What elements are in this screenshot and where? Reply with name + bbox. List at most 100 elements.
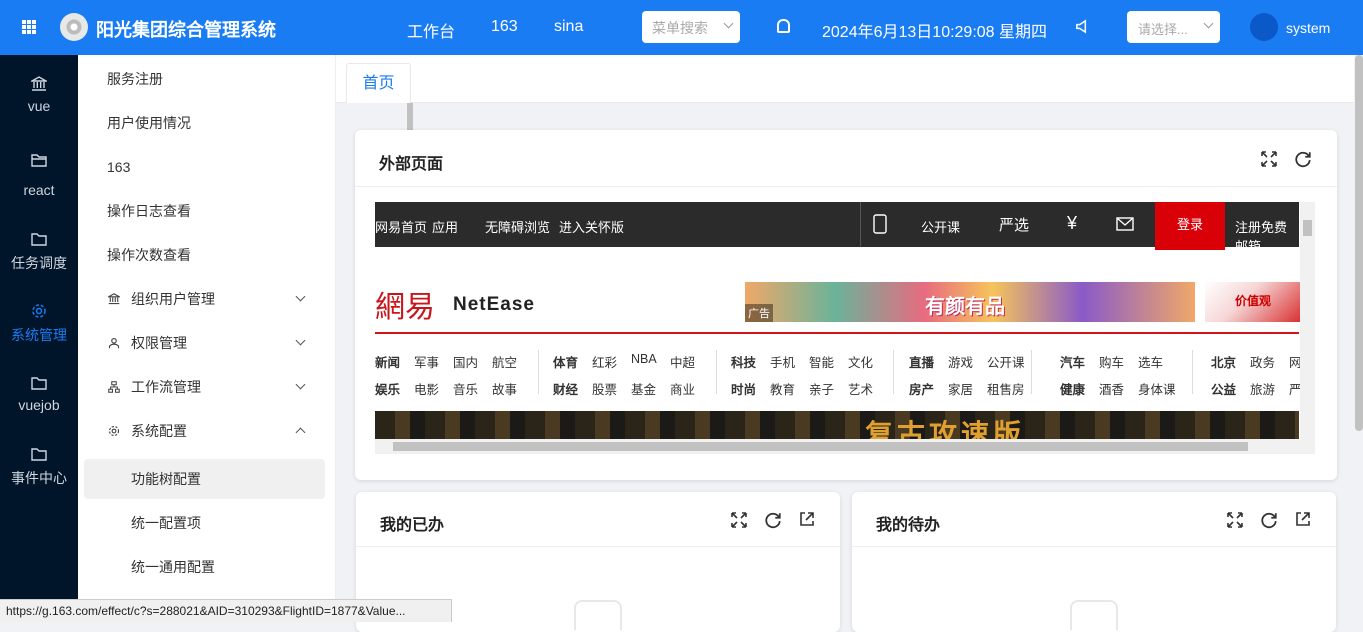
netease-channel-link[interactable]: 红彩 (592, 352, 617, 371)
mobile-icon[interactable] (873, 214, 887, 234)
embedded-iframe[interactable]: 网易首页 应用 无障碍浏览 进入关怀版 公开课 严选 ¥ 登录 注册免费邮箱 網… (375, 202, 1315, 456)
netease-channel-link[interactable]: 体育 (553, 352, 578, 371)
topnav-sina[interactable]: sina (554, 18, 583, 36)
netease-channel-link[interactable]: 房产 (909, 379, 934, 398)
netease-channel-link[interactable]: 选车 (1138, 352, 1163, 371)
announcement-icon[interactable] (1075, 19, 1090, 34)
submenu-item-org-user-management[interactable]: 组织用户管理 (78, 279, 328, 319)
topnav-163[interactable]: 163 (491, 18, 518, 36)
fullscreen-icon[interactable] (1227, 512, 1243, 528)
netease-channel-link[interactable]: 科技 (731, 352, 756, 371)
app-grid-icon[interactable] (22, 20, 36, 34)
netease-register-link[interactable]: 注册免费邮箱 (1235, 217, 1299, 255)
submenu-item-unified-general-config[interactable]: 统一通用配置 (78, 547, 328, 587)
netease-game-banner[interactable]: 复古攻速版 (375, 411, 1299, 450)
netease-opencourse-link[interactable]: 公开课 (921, 217, 960, 236)
netease-login-button[interactable]: 登录 (1155, 202, 1225, 250)
sidebar-item-system-management[interactable]: 系统管理 (0, 303, 78, 345)
mail-icon[interactable] (1116, 217, 1134, 231)
sidebar-item-vuejob[interactable]: vuejob (0, 375, 78, 413)
scroll-thumb[interactable] (393, 442, 1248, 451)
netease-channel-link[interactable]: 购车 (1099, 352, 1124, 371)
chevron-down-icon (295, 291, 306, 302)
netease-channel-link[interactable]: 电影 (414, 379, 439, 398)
submenu-item-permission-management[interactable]: 权限管理 (78, 323, 328, 363)
system-select[interactable]: 请选择... (1127, 11, 1220, 43)
netease-channel-link[interactable]: 公益 (1211, 379, 1236, 398)
submenu-item-unified-config[interactable]: 统一配置项 (78, 503, 328, 543)
netease-channel-link[interactable]: 酒香 (1099, 379, 1124, 398)
menu-search-input[interactable]: 菜单搜索 (642, 11, 740, 43)
netease-ad-secondary[interactable]: 价值观 (1205, 282, 1305, 322)
netease-channel-link[interactable]: 旅游 (1250, 379, 1275, 398)
username[interactable]: system (1286, 20, 1330, 36)
external-link-icon[interactable] (1295, 511, 1311, 527)
submenu-item-service-registry[interactable]: 服务注册 (78, 59, 328, 99)
netease-channel-link[interactable]: 身体课 (1138, 379, 1176, 398)
netease-ad-banner[interactable]: 有颜有品 广告 (745, 282, 1195, 322)
fullscreen-icon[interactable] (731, 512, 747, 528)
avatar[interactable] (1250, 13, 1278, 41)
netease-yanxuan-link[interactable]: 严选 (999, 214, 1029, 235)
tab-home[interactable]: 首页 (346, 63, 411, 103)
netease-channel-link[interactable]: 北京 (1211, 352, 1236, 371)
netease-accessible-link[interactable]: 无障碍浏览 (485, 217, 550, 236)
netease-channel-link[interactable]: 娱乐 (375, 379, 400, 398)
netease-channel-link[interactable]: 汽车 (1060, 352, 1085, 371)
topnav-workbench[interactable]: 工作台 (407, 18, 455, 42)
refresh-icon[interactable] (1260, 511, 1278, 529)
submenu-item-function-tree-config[interactable]: 功能树配置 (84, 459, 325, 499)
netease-channel-link[interactable]: 健康 (1060, 379, 1085, 398)
netease-channel-link[interactable]: 时尚 (731, 379, 756, 398)
yuan-icon[interactable]: ¥ (1067, 213, 1077, 234)
external-link-icon[interactable] (799, 511, 815, 527)
page-scrollbar[interactable] (1355, 55, 1363, 431)
netease-channel-link[interactable]: 游戏 (948, 352, 973, 371)
netease-channel-link[interactable]: 新闻 (375, 352, 400, 371)
iframe-horizontal-scrollbar[interactable] (375, 439, 1315, 454)
netease-channel-link[interactable]: NBA (631, 352, 657, 366)
netease-care-link[interactable]: 进入关怀版 (559, 217, 624, 236)
netease-channel-link[interactable]: 财经 (553, 379, 578, 398)
netease-channel-link[interactable]: 基金 (631, 379, 656, 398)
submenu-item-operation-count[interactable]: 操作次数查看 (78, 235, 328, 275)
submenu-item-workflow-management[interactable]: 工作流管理 (78, 367, 328, 407)
netease-apps-link[interactable]: 应用 (432, 217, 458, 236)
netease-channel-link[interactable]: 教育 (770, 379, 795, 398)
submenu-item-system-config[interactable]: 系统配置 (78, 411, 328, 451)
netease-home-link[interactable]: 网易首页 (375, 217, 427, 236)
submenu-item-operation-log[interactable]: 操作日志查看 (78, 191, 328, 231)
netease-logo-cn[interactable]: 網易 (375, 282, 435, 326)
submenu-item-user-usage[interactable]: 用户使用情况 (78, 103, 328, 143)
netease-logo-en[interactable]: NetEase (453, 294, 535, 316)
netease-channel-link[interactable]: 智能 (809, 352, 834, 371)
netease-channel-link[interactable]: 租售房 (987, 379, 1025, 398)
scroll-thumb[interactable] (1303, 220, 1312, 236)
netease-channel-link[interactable]: 音乐 (453, 379, 478, 398)
iframe-vertical-scrollbar[interactable] (1300, 202, 1315, 439)
fullscreen-icon[interactable] (1261, 151, 1277, 167)
netease-channel-link[interactable]: 中超 (670, 352, 695, 371)
sidebar-item-task-scheduling[interactable]: 任务调度 (0, 231, 78, 273)
netease-channel-link[interactable]: 商业 (670, 379, 695, 398)
sidebar-item-react[interactable]: react (0, 152, 78, 198)
netease-channel-link[interactable]: 股票 (592, 379, 617, 398)
refresh-icon[interactable] (1294, 150, 1312, 168)
netease-channel-link[interactable]: 军事 (414, 352, 439, 371)
submenu-item-163[interactable]: 163 (78, 147, 328, 187)
netease-channel-link[interactable]: 手机 (770, 352, 795, 371)
netease-channel-link[interactable]: 亲子 (809, 379, 834, 398)
refresh-icon[interactable] (764, 511, 782, 529)
netease-channel-link[interactable]: 航空 (492, 352, 517, 371)
netease-channel-link[interactable]: 国内 (453, 352, 478, 371)
sidebar-item-vue[interactable]: vue (0, 76, 78, 114)
netease-channel-link[interactable]: 公开课 (987, 352, 1025, 371)
netease-channel-link[interactable]: 文化 (848, 352, 873, 371)
netease-channel-link[interactable]: 家居 (948, 379, 973, 398)
netease-channel-link[interactable]: 艺术 (848, 379, 873, 398)
netease-channel-link[interactable]: 政务 (1250, 352, 1275, 371)
netease-channel-link[interactable]: 故事 (492, 379, 517, 398)
bell-icon[interactable] (777, 19, 790, 33)
sidebar-item-event-center[interactable]: 事件中心 (0, 446, 78, 488)
netease-channel-link[interactable]: 直播 (909, 352, 934, 371)
